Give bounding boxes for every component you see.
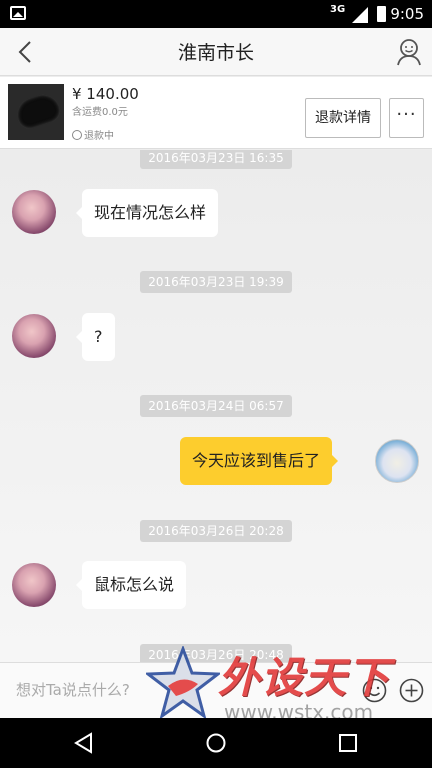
battery-icon (377, 6, 386, 22)
status-time: 9:05 (390, 5, 424, 23)
home-circle-icon[interactable] (205, 732, 227, 754)
message-bubble-received[interactable]: 现在情况怎么样 (75, 189, 219, 237)
message-input-bar (0, 662, 432, 718)
message-timestamp: 2016年03月24日 06:57 (140, 395, 292, 417)
refund-status: 退款中 (72, 127, 114, 142)
network-type: 3G (330, 4, 346, 15)
status-bar: 3G 9:05 (0, 0, 432, 28)
mouse-image (12, 89, 64, 133)
product-thumbnail[interactable] (8, 84, 64, 140)
message-bubble-received[interactable]: ? (76, 313, 115, 361)
more-options-button[interactable]: ··· (389, 98, 424, 138)
message-timestamp: 2016年03月26日 20:28 (140, 520, 292, 542)
refund-status-text: 退款中 (84, 131, 114, 142)
my-avatar[interactable] (375, 439, 419, 483)
emoji-icon[interactable] (362, 678, 387, 703)
signal-icon (352, 7, 368, 23)
seller-avatar[interactable] (12, 314, 56, 358)
message-timestamp: 2016年03月23日 16:35 (140, 150, 292, 169)
add-attachment-icon[interactable] (399, 678, 424, 703)
system-navigation-bar (0, 718, 432, 768)
refund-details-button[interactable]: 退款详情 (305, 98, 381, 138)
page-title: 淮南市长 (177, 42, 254, 64)
seller-avatar[interactable] (12, 190, 56, 234)
recents-square-icon[interactable] (337, 732, 359, 754)
user-profile-icon[interactable] (396, 38, 422, 66)
product-price: ¥ 140.00 (72, 85, 139, 103)
back-triangle-icon[interactable] (73, 732, 95, 754)
chat-header: 淮南市长 (0, 28, 432, 76)
chat-message-list[interactable]: 2016年03月23日 16:35 现在情况怎么样 2016年03月23日 19… (0, 150, 432, 662)
message-timestamp: 2016年03月23日 19:39 (140, 271, 292, 293)
order-info-bar: ¥ 140.00 含运费0.0元 退款中 退款详情 ··· (0, 77, 432, 149)
clock-icon (72, 130, 82, 140)
gallery-notification-icon (10, 6, 26, 20)
message-input[interactable] (16, 677, 196, 703)
message-bubble-received[interactable]: 鼠标怎么说 (75, 561, 187, 609)
seller-avatar[interactable] (12, 563, 56, 607)
message-timestamp: 2016年03月26日 20:48 (140, 644, 292, 662)
message-bubble-sent[interactable]: 今天应该到售后了 (180, 437, 339, 485)
shipping-fee: 含运费0.0元 (72, 107, 128, 118)
